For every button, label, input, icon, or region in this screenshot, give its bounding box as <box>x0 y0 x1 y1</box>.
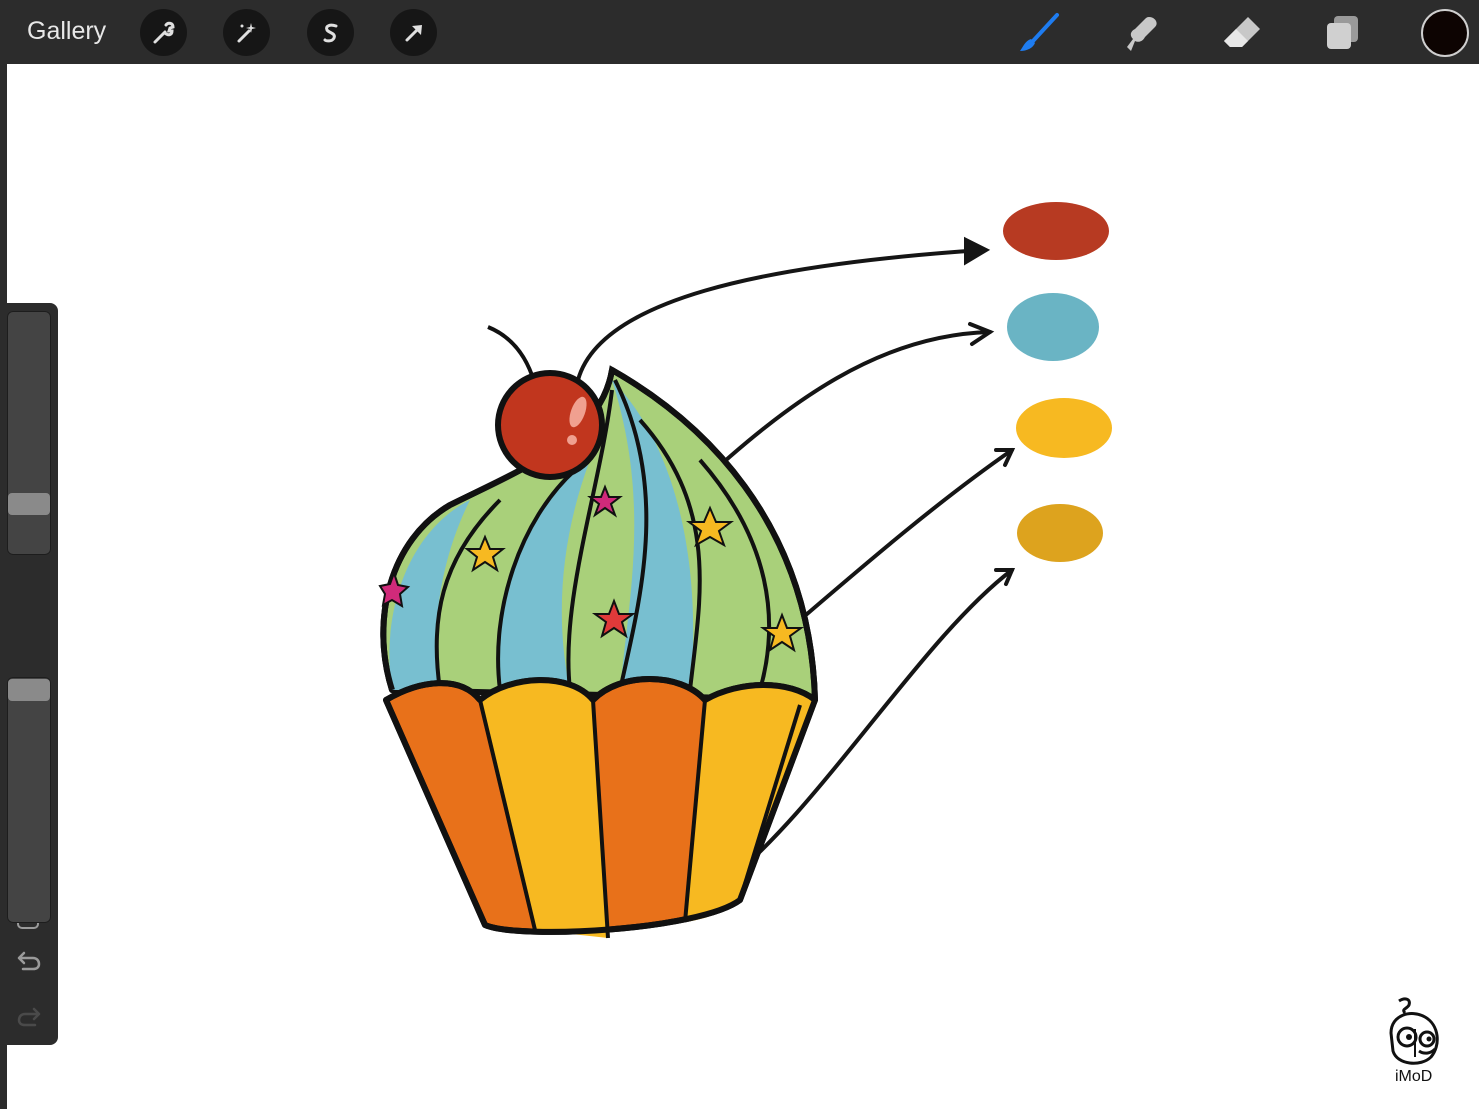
opacity-handle[interactable] <box>8 679 50 701</box>
selection-button[interactable] <box>307 9 354 56</box>
arrow-to-yellow <box>798 448 1014 622</box>
layers-button[interactable] <box>1320 10 1366 56</box>
wrench-icon <box>153 21 175 43</box>
left-sidebar <box>0 303 58 1045</box>
gallery-button[interactable]: Gallery <box>27 17 106 46</box>
swatch-red <box>1003 202 1109 260</box>
undo-button[interactable] <box>15 947 43 973</box>
selection-icon <box>323 23 337 42</box>
transform-arrow-icon <box>405 24 422 41</box>
cherry <box>487 325 605 480</box>
magic-wand-icon <box>237 22 256 42</box>
brush-size-slider[interactable] <box>7 311 51 555</box>
layers-icon <box>1327 16 1358 49</box>
transform-button[interactable] <box>390 9 437 56</box>
swatch-blue <box>1007 293 1099 361</box>
brush-size-handle[interactable] <box>8 493 50 515</box>
brush-icon <box>1020 13 1059 51</box>
drawing-canvas[interactable] <box>0 0 1479 1109</box>
color-picker-button[interactable] <box>1421 9 1469 57</box>
smudge-tool-button[interactable] <box>1118 10 1164 56</box>
top-toolbar: Gallery <box>0 0 1479 64</box>
cupcake-wrapper <box>383 676 818 939</box>
undo-icon <box>17 951 41 971</box>
opacity-slider[interactable] <box>7 677 51 923</box>
swatch-yellow <box>1016 398 1112 458</box>
adjustments-button[interactable] <box>223 9 270 56</box>
arrow-to-red <box>576 248 984 382</box>
redo-button[interactable] <box>15 1003 43 1029</box>
redo-icon <box>17 1007 41 1027</box>
eraser-icon <box>1224 17 1260 47</box>
watermark-text: iMoD <box>1395 1068 1433 1085</box>
brush-tool-button[interactable] <box>1016 10 1062 56</box>
eraser-tool-button[interactable] <box>1219 10 1265 56</box>
swatch-gold <box>1017 504 1103 562</box>
smudge-icon <box>1127 17 1157 51</box>
actions-button[interactable] <box>140 9 187 56</box>
arrow-to-blue <box>693 330 992 490</box>
